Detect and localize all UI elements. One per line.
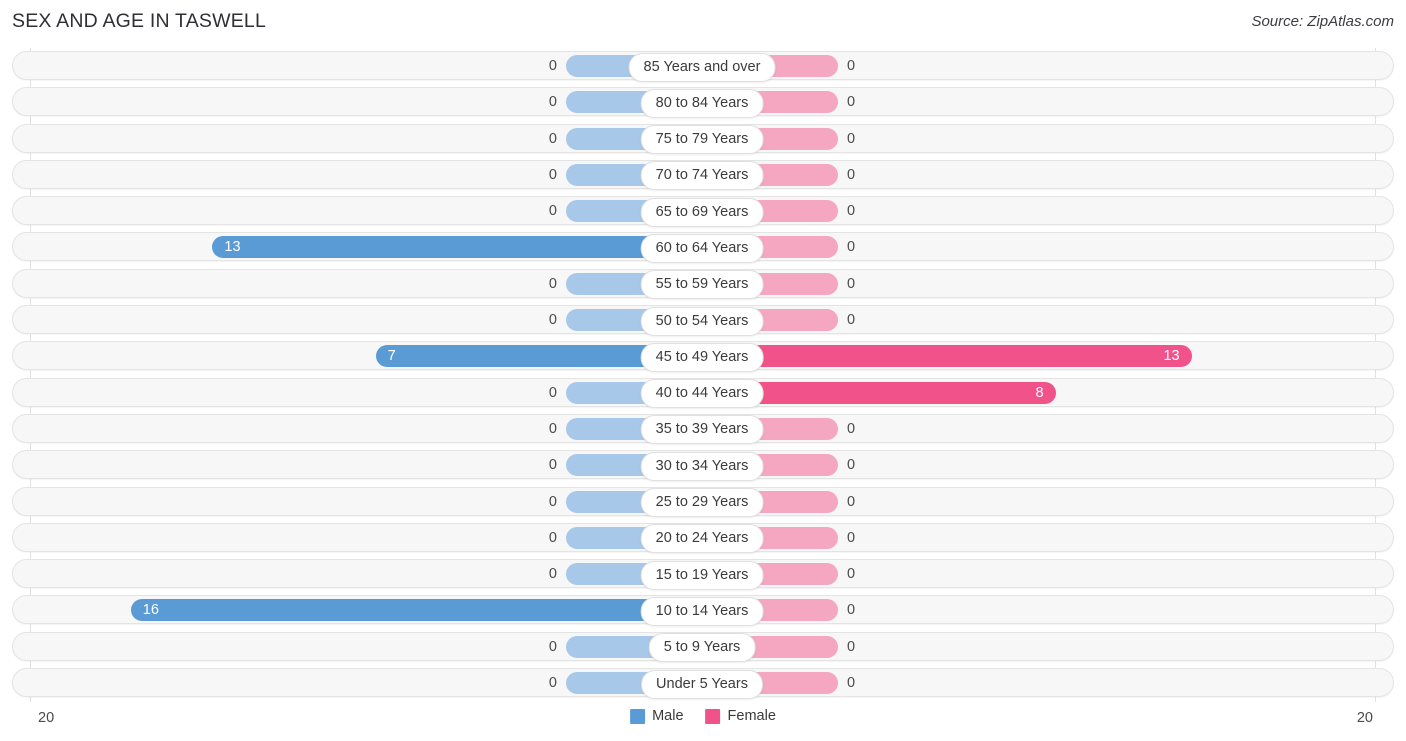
age-group-label: Under 5 Years	[641, 669, 763, 699]
bar-value-male: 0	[548, 312, 557, 329]
chart-legend: Male Female	[630, 708, 776, 724]
pyramid-row: 0 0 35 to 39 Years	[0, 411, 1406, 447]
pyramid-row: 13 0 60 to 64 Years	[0, 229, 1406, 265]
age-group-label: 55 to 59 Years	[640, 270, 764, 300]
bar-value-female: 13	[1163, 348, 1180, 365]
age-group-label: 10 to 14 Years	[640, 596, 764, 626]
bar-value-female: 0	[847, 493, 856, 510]
pyramid-row: 0 0 25 to 29 Years	[0, 484, 1406, 520]
bar-value-female: 0	[847, 457, 856, 474]
bar-value-female: 0	[847, 638, 856, 655]
pyramid-row: 0 0 Under 5 Years	[0, 665, 1406, 701]
bar-value-female: 0	[847, 420, 856, 437]
bar-value-male: 0	[548, 94, 557, 111]
bar-value-female: 8	[1035, 384, 1044, 401]
bar-value-male: 0	[548, 130, 557, 147]
bar-male[interactable]	[130, 599, 702, 622]
pyramid-row: 0 0 55 to 59 Years	[0, 266, 1406, 302]
bar-value-male: 0	[548, 638, 557, 655]
bar-female[interactable]	[702, 345, 1192, 368]
female-swatch	[705, 708, 721, 724]
bar-value-female: 0	[847, 94, 856, 111]
bar-value-male: 0	[548, 566, 557, 583]
legend-item[interactable]: Female	[705, 708, 776, 724]
legend-item[interactable]: Male	[630, 708, 684, 724]
chart-plot-area: 0 0 85 Years and over 0 0 80 to 84 Years 0 0 75 …	[0, 48, 1406, 702]
bar-value-female: 0	[847, 203, 856, 220]
pyramid-row: 0 0 50 to 54 Years	[0, 302, 1406, 338]
bar-value-female: 0	[847, 130, 856, 147]
bar-value-male: 0	[548, 384, 557, 401]
age-group-label: 60 to 64 Years	[640, 233, 764, 263]
pyramid-row: 0 0 75 to 79 Years	[0, 121, 1406, 157]
bar-value-female: 0	[847, 58, 856, 74]
age-group-label: 85 Years and over	[628, 52, 776, 82]
bar-value-male: 0	[548, 420, 557, 437]
pyramid-row: 0 0 20 to 24 Years	[0, 520, 1406, 556]
axis-tick-left: 20	[38, 710, 55, 726]
bar-value-female: 0	[847, 239, 856, 256]
pyramid-row: 0 0 5 to 9 Years	[0, 629, 1406, 665]
bar-value-female: 0	[847, 675, 856, 692]
bar-value-male: 0	[548, 166, 557, 183]
bar-value-male: 16	[142, 602, 159, 619]
bar-value-female: 0	[847, 166, 856, 183]
male-swatch	[630, 708, 646, 724]
pyramid-row: 0 0 70 to 74 Years	[0, 157, 1406, 193]
bar-value-male: 0	[548, 675, 557, 692]
age-group-label: 15 to 19 Years	[640, 560, 764, 590]
age-group-label: 35 to 39 Years	[640, 415, 764, 445]
source-attribution: Source: ZipAtlas.com	[1251, 13, 1394, 30]
legend-label: Male	[652, 708, 684, 724]
bar-value-female: 0	[847, 312, 856, 329]
pyramid-row: 16 0 10 to 14 Years	[0, 592, 1406, 628]
pyramid-row: 0 0 15 to 19 Years	[0, 556, 1406, 592]
age-group-label: 75 to 79 Years	[640, 125, 764, 155]
age-group-label: 40 to 44 Years	[640, 379, 764, 409]
pyramid-row: 0 0 65 to 69 Years	[0, 193, 1406, 229]
bar-value-male: 0	[548, 275, 557, 292]
bar-value-male: 0	[548, 493, 557, 510]
age-group-label: 25 to 29 Years	[640, 488, 764, 518]
pyramid-row: 0 0 80 to 84 Years	[0, 84, 1406, 120]
legend-label: Female	[727, 708, 776, 724]
chart-header: SEX AND AGE IN TASWELL Source: ZipAtlas.…	[0, 0, 1406, 46]
pyramid-row: 7 13 45 to 49 Years	[0, 338, 1406, 374]
bar-male[interactable]	[212, 236, 702, 259]
pyramid-row: 0 8 40 to 44 Years	[0, 375, 1406, 411]
bar-value-male: 0	[548, 203, 557, 220]
age-group-label: 20 to 24 Years	[640, 524, 764, 554]
page-title: SEX AND AGE IN TASWELL	[12, 10, 267, 32]
bar-value-female: 0	[847, 275, 856, 292]
chart-footer: 20 20 Male Female	[0, 702, 1406, 741]
pyramid-row: 0 0 85 Years and over	[0, 48, 1406, 84]
age-group-label: 30 to 34 Years	[640, 451, 764, 481]
bar-value-male: 0	[548, 457, 557, 474]
age-group-label: 80 to 84 Years	[640, 88, 764, 118]
age-group-label: 5 to 9 Years	[648, 633, 756, 663]
bar-value-male: 0	[548, 529, 557, 546]
bar-value-female: 0	[847, 566, 856, 583]
age-group-label: 45 to 49 Years	[640, 342, 764, 372]
age-group-label: 70 to 74 Years	[640, 161, 764, 191]
pyramid-rows: 0 0 85 Years and over 0 0 80 to 84 Years 0 0 75 …	[0, 48, 1406, 701]
bar-value-female: 0	[847, 602, 856, 619]
bar-value-male: 13	[224, 239, 241, 256]
axis-tick-right: 20	[1356, 710, 1373, 726]
bar-value-male: 7	[387, 348, 396, 365]
age-group-label: 65 to 69 Years	[640, 197, 764, 227]
age-group-label: 50 to 54 Years	[640, 306, 764, 336]
pyramid-row: 0 0 30 to 34 Years	[0, 447, 1406, 483]
bar-value-male: 0	[548, 58, 557, 74]
bar-value-female: 0	[847, 529, 856, 546]
